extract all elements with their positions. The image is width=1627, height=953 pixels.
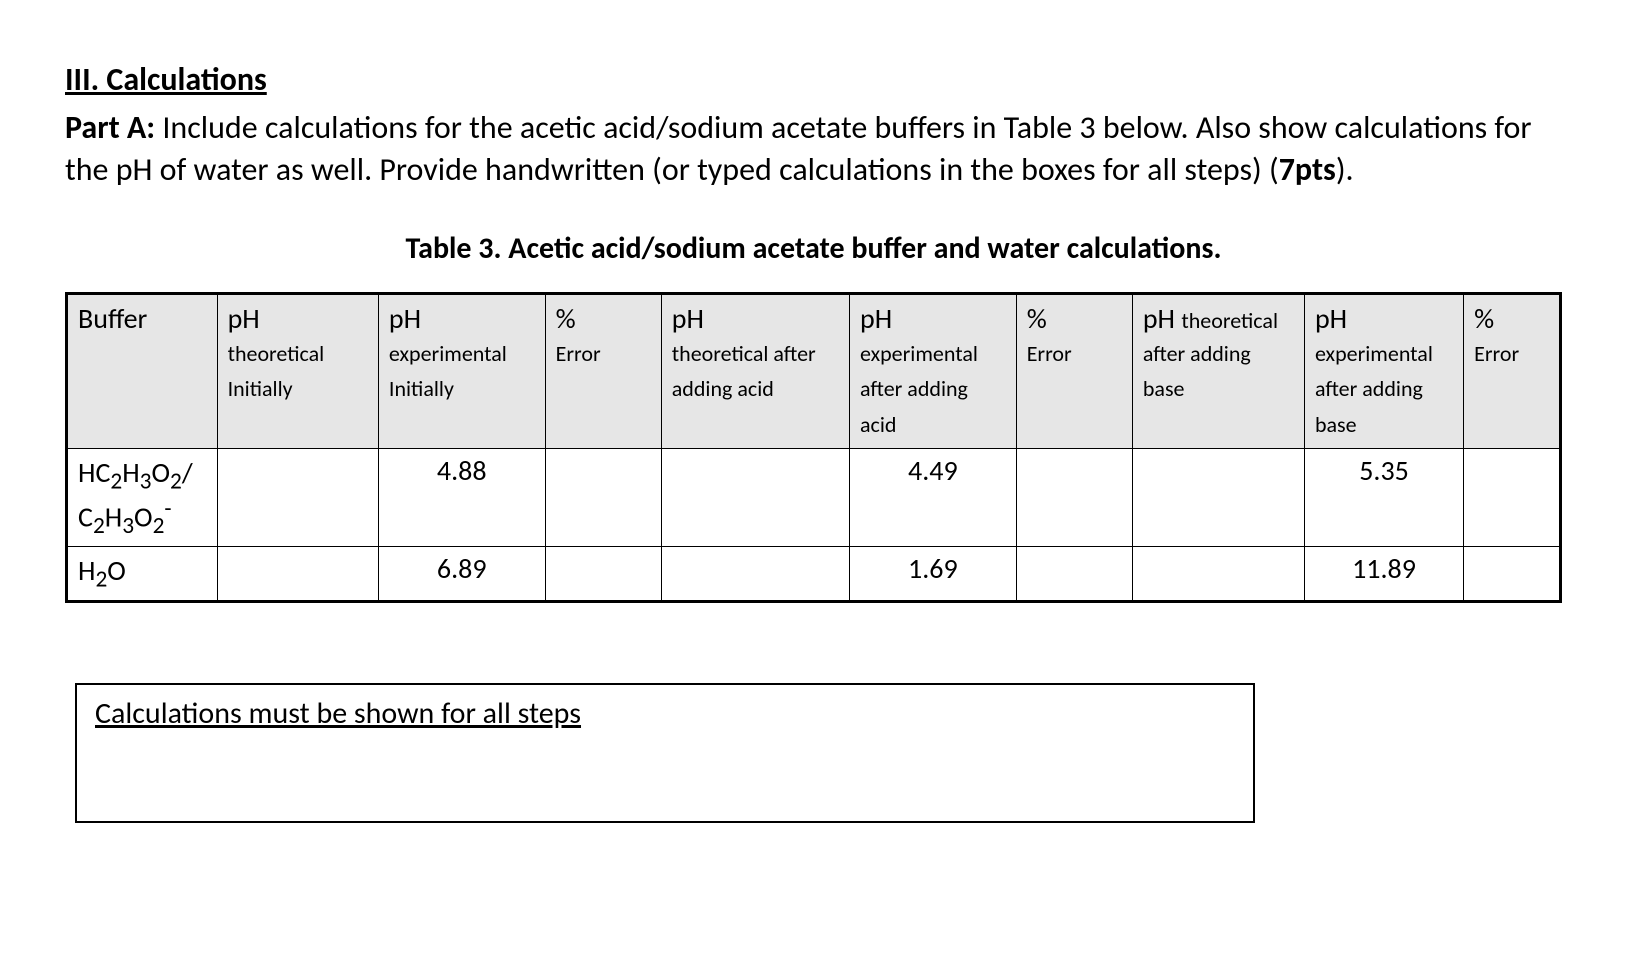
header-sub: experimental after adding base xyxy=(1315,336,1453,442)
calculations-box-title: Calculations must be shown for all steps xyxy=(95,695,581,732)
header-ph-exp-acid: pH experimental after adding acid xyxy=(849,294,1016,449)
header-main: Buffer xyxy=(78,301,207,336)
table-header-row: Buffer pH theoretical Initially pH exper… xyxy=(67,294,1561,449)
header-ph-exp-base: pH experimental after adding base xyxy=(1304,294,1463,449)
cell-value xyxy=(661,547,849,602)
header-ph-theo-init: pH theoretical Initially xyxy=(217,294,378,449)
cell-value: 1.69 xyxy=(849,547,1016,602)
table-body: HC2H3O2/ C2H3O2- 4.88 4.49 5.35 H2O 6.89… xyxy=(67,448,1561,601)
header-main: pH xyxy=(1315,301,1453,336)
header-main: pH xyxy=(228,301,368,336)
cell-value xyxy=(1016,547,1132,602)
cell-value: 6.89 xyxy=(378,547,545,602)
header-sub: Error xyxy=(1474,336,1549,371)
calculations-box: Calculations must be shown for all steps xyxy=(75,683,1255,823)
header-sub: experimental after adding acid xyxy=(860,336,1006,442)
cell-value: 5.35 xyxy=(1304,448,1463,547)
header-main: pH xyxy=(860,301,1006,336)
cell-value xyxy=(1464,448,1561,547)
cell-value xyxy=(1132,547,1304,602)
header-main: % xyxy=(1027,301,1122,336)
table-row: H2O 6.89 1.69 11.89 xyxy=(67,547,1561,602)
table-caption: Table 3. Acetic acid/sodium acetate buff… xyxy=(265,230,1362,267)
table-row: HC2H3O2/ C2H3O2- 4.88 4.49 5.35 xyxy=(67,448,1561,547)
header-error-2: % Error xyxy=(1016,294,1132,449)
header-ph-exp-init: pH experimental Initially xyxy=(378,294,545,449)
part-a-text-2: ). xyxy=(1336,150,1354,189)
header-main: % xyxy=(556,301,651,336)
header-main: pH theoretical xyxy=(1143,301,1294,336)
header-sub: theoretical Initially xyxy=(228,336,368,406)
header-sub: theoretical after adding acid xyxy=(672,336,839,406)
cell-value xyxy=(217,547,378,602)
header-sub: experimental Initially xyxy=(389,336,535,406)
cell-value xyxy=(1016,448,1132,547)
cell-buffer: HC2H3O2/ C2H3O2- xyxy=(67,448,218,547)
header-buffer: Buffer xyxy=(67,294,218,449)
section-heading: III. Calculations xyxy=(65,60,1562,99)
header-error-3: % Error xyxy=(1464,294,1561,449)
header-main: pH xyxy=(672,301,839,336)
part-a-label: Part A: xyxy=(65,108,155,147)
cell-value xyxy=(661,448,849,547)
header-sub: after adding base xyxy=(1143,336,1294,406)
header-ph-theo-base: pH theoretical after adding base xyxy=(1132,294,1304,449)
header-main-subscript: theoretical xyxy=(1181,307,1278,334)
header-sub: Error xyxy=(1027,336,1122,371)
header-main: % xyxy=(1474,301,1549,336)
cell-value: 11.89 xyxy=(1304,547,1463,602)
part-a-paragraph: Part A: Include calculations for the ace… xyxy=(65,107,1562,190)
cell-buffer: H2O xyxy=(67,547,218,602)
header-main-pre: pH xyxy=(1143,301,1182,336)
cell-value xyxy=(545,448,661,547)
part-a-points: 7pts xyxy=(1279,150,1336,189)
header-ph-theo-acid: pH theoretical after adding acid xyxy=(661,294,849,449)
cell-value: 4.88 xyxy=(378,448,545,547)
cell-value xyxy=(217,448,378,547)
cell-value xyxy=(545,547,661,602)
cell-value xyxy=(1132,448,1304,547)
cell-value xyxy=(1464,547,1561,602)
header-main: pH xyxy=(389,301,535,336)
header-error-1: % Error xyxy=(545,294,661,449)
cell-value: 4.49 xyxy=(849,448,1016,547)
buffer-table: Buffer pH theoretical Initially pH exper… xyxy=(65,292,1562,603)
header-sub: Error xyxy=(556,336,651,371)
